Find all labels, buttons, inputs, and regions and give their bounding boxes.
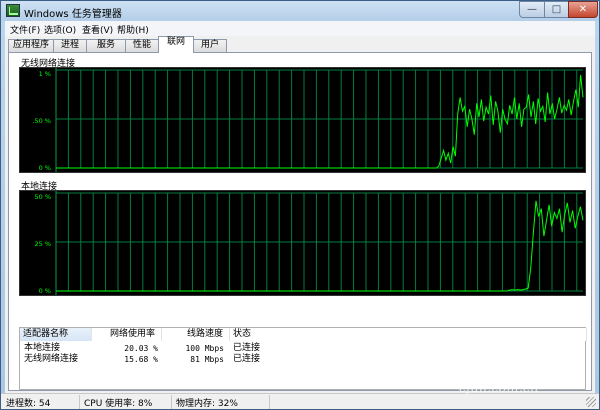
wireless-tick-bottom: 0 %: [38, 164, 51, 172]
networking-panel: 无线网络连接 1 % .50 % 0 % 本地连接 50 % 25 % 0 % …: [8, 52, 592, 391]
adapter-speed: 100 Mbps: [185, 344, 224, 353]
adapter-name: 无线网络连接: [24, 354, 79, 364]
adapter-speed: 81 Mbps: [190, 355, 224, 364]
column-link-speed[interactable]: 线路速度: [162, 328, 230, 341]
status-separator: [79, 395, 80, 409]
wireless-tick-top: 1 %: [38, 70, 51, 78]
tab-processes[interactable]: 进程: [53, 39, 87, 52]
task-manager-app-icon: [6, 4, 20, 17]
local-tick-bottom: 0 %: [38, 287, 51, 295]
local-connection-graph: 50 % 25 % 0 %: [19, 190, 586, 296]
minimize-button[interactable]: —: [519, 1, 545, 18]
title-bar[interactable]: Windows 任务管理器 — □ ✕: [1, 1, 599, 21]
status-separator: [171, 395, 172, 409]
column-network-utilization[interactable]: 网络使用率: [92, 328, 162, 341]
maximize-button[interactable]: □: [544, 1, 569, 18]
status-cpu-usage: CPU 使用率: 8%: [84, 399, 153, 409]
wireless-graph-canvas: [55, 68, 584, 172]
tab-networking[interactable]: 联网: [158, 36, 194, 53]
tab-applications[interactable]: 应用程序: [8, 39, 54, 52]
local-usage-line: [56, 200, 584, 292]
status-physical-memory: 物理内存: 32%: [176, 399, 238, 409]
column-adapter-name[interactable]: 适配器名称: [20, 328, 92, 341]
status-separator: [269, 395, 270, 409]
adapter-usage: 20.03 %: [124, 344, 158, 353]
tab-services[interactable]: 服务: [86, 39, 126, 52]
menu-file[interactable]: 文件(F): [10, 23, 40, 36]
status-process-count: 进程数: 54: [6, 399, 51, 409]
tab-users[interactable]: 用户: [193, 39, 227, 52]
menu-options[interactable]: 选项(O): [44, 23, 76, 36]
local-tick-mid: 25 %: [34, 240, 51, 248]
adapter-status: 已连接: [233, 343, 261, 353]
adapter-status: 已连接: [233, 354, 261, 364]
menu-view[interactable]: 查看(V): [82, 23, 113, 36]
wireless-usage-line: [56, 74, 584, 169]
task-manager-window: Windows 任务管理器 — □ ✕ 文件(F) 选项(O) 查看(V) 帮助…: [0, 0, 600, 410]
tab-strip: 应用程序 进程 服务 性能 联网 用户: [5, 36, 595, 53]
adapter-usage: 15.68 %: [124, 355, 158, 364]
wireless-network-graph: 1 % .50 % 0 %: [19, 67, 586, 173]
local-tick-top: 50 %: [34, 193, 51, 201]
menu-bar: 文件(F) 选项(O) 查看(V) 帮助(H): [5, 21, 595, 36]
adapter-list[interactable]: 适配器名称 网络使用率 线路速度 状态 本地连接 20.03 % 100 Mbp…: [19, 327, 587, 390]
adapter-name: 本地连接: [24, 343, 61, 353]
window-title: Windows 任务管理器: [24, 9, 122, 20]
menu-help[interactable]: 帮助(H): [117, 23, 149, 36]
wireless-tick-mid: .50 %: [32, 117, 51, 125]
resize-grip[interactable]: [586, 397, 596, 407]
local-graph-canvas: [55, 191, 584, 295]
client-area: 文件(F) 选项(O) 查看(V) 帮助(H) 应用程序 进程 服务 性能 联网…: [5, 21, 595, 393]
tab-performance[interactable]: 性能: [125, 39, 159, 52]
close-button[interactable]: ✕: [568, 1, 598, 18]
column-state[interactable]: 状态: [230, 328, 587, 341]
status-bar: 进程数: 54 CPU 使用率: 8% 物理内存: 32%: [1, 393, 599, 409]
